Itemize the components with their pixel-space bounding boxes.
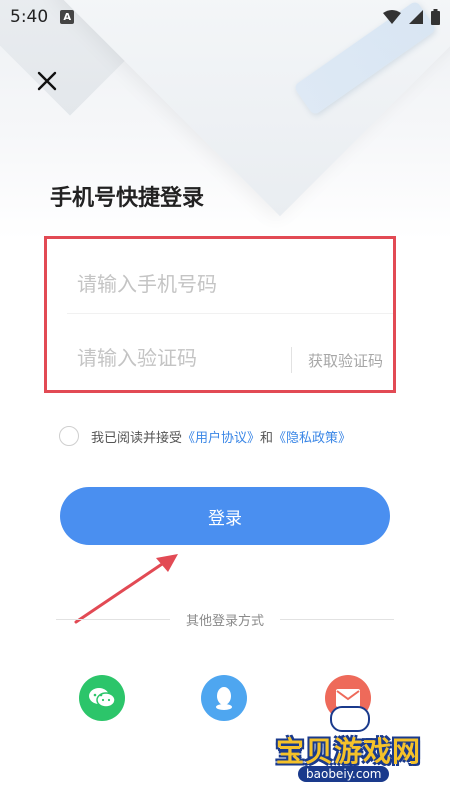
agreement-prefix: 我已阅读并接受	[91, 430, 183, 446]
status-bar: 5:40 A	[0, 0, 450, 34]
watermark-title: 宝贝游戏网	[276, 735, 422, 768]
agreement-checkbox[interactable]	[59, 426, 79, 446]
login-button[interactable]: 登录	[60, 487, 390, 545]
wifi-icon	[383, 10, 401, 24]
gamepad-icon	[330, 706, 370, 732]
wechat-login-button[interactable]	[79, 675, 125, 721]
field-divider	[67, 313, 393, 314]
status-time: 5:40	[10, 7, 49, 27]
user-agreement-link[interactable]: 《用户协议》	[182, 427, 260, 446]
other-login-divider: 其他登录方式	[56, 610, 395, 629]
notification-icon: A	[60, 10, 75, 24]
agreement-and: 和	[260, 430, 274, 446]
close-icon[interactable]	[34, 68, 60, 94]
watermark-url: baobeiy.com	[298, 766, 390, 782]
verification-code-input[interactable]	[77, 346, 277, 370]
other-login-label: 其他登录方式	[186, 614, 265, 629]
phone-field-row	[77, 269, 367, 299]
battery-icon	[431, 9, 440, 25]
privacy-policy-link[interactable]: 《隐私政策》	[273, 427, 351, 446]
signal-icon	[409, 10, 423, 24]
wechat-icon	[89, 688, 116, 708]
page-title: 手机号快捷登录	[50, 186, 205, 211]
login-form: 获取验证码	[44, 236, 396, 393]
qq-login-button[interactable]	[201, 675, 247, 721]
phone-input[interactable]	[77, 272, 277, 296]
code-divider	[291, 347, 292, 373]
get-code-button[interactable]: 获取验证码	[308, 350, 383, 371]
watermark-logo: 宝贝游戏网 baobeiy.com	[268, 700, 428, 790]
agreement-row: 我已阅读并接受 《用户协议》 和 《隐私政策》	[59, 426, 351, 446]
qq-icon	[216, 687, 232, 710]
